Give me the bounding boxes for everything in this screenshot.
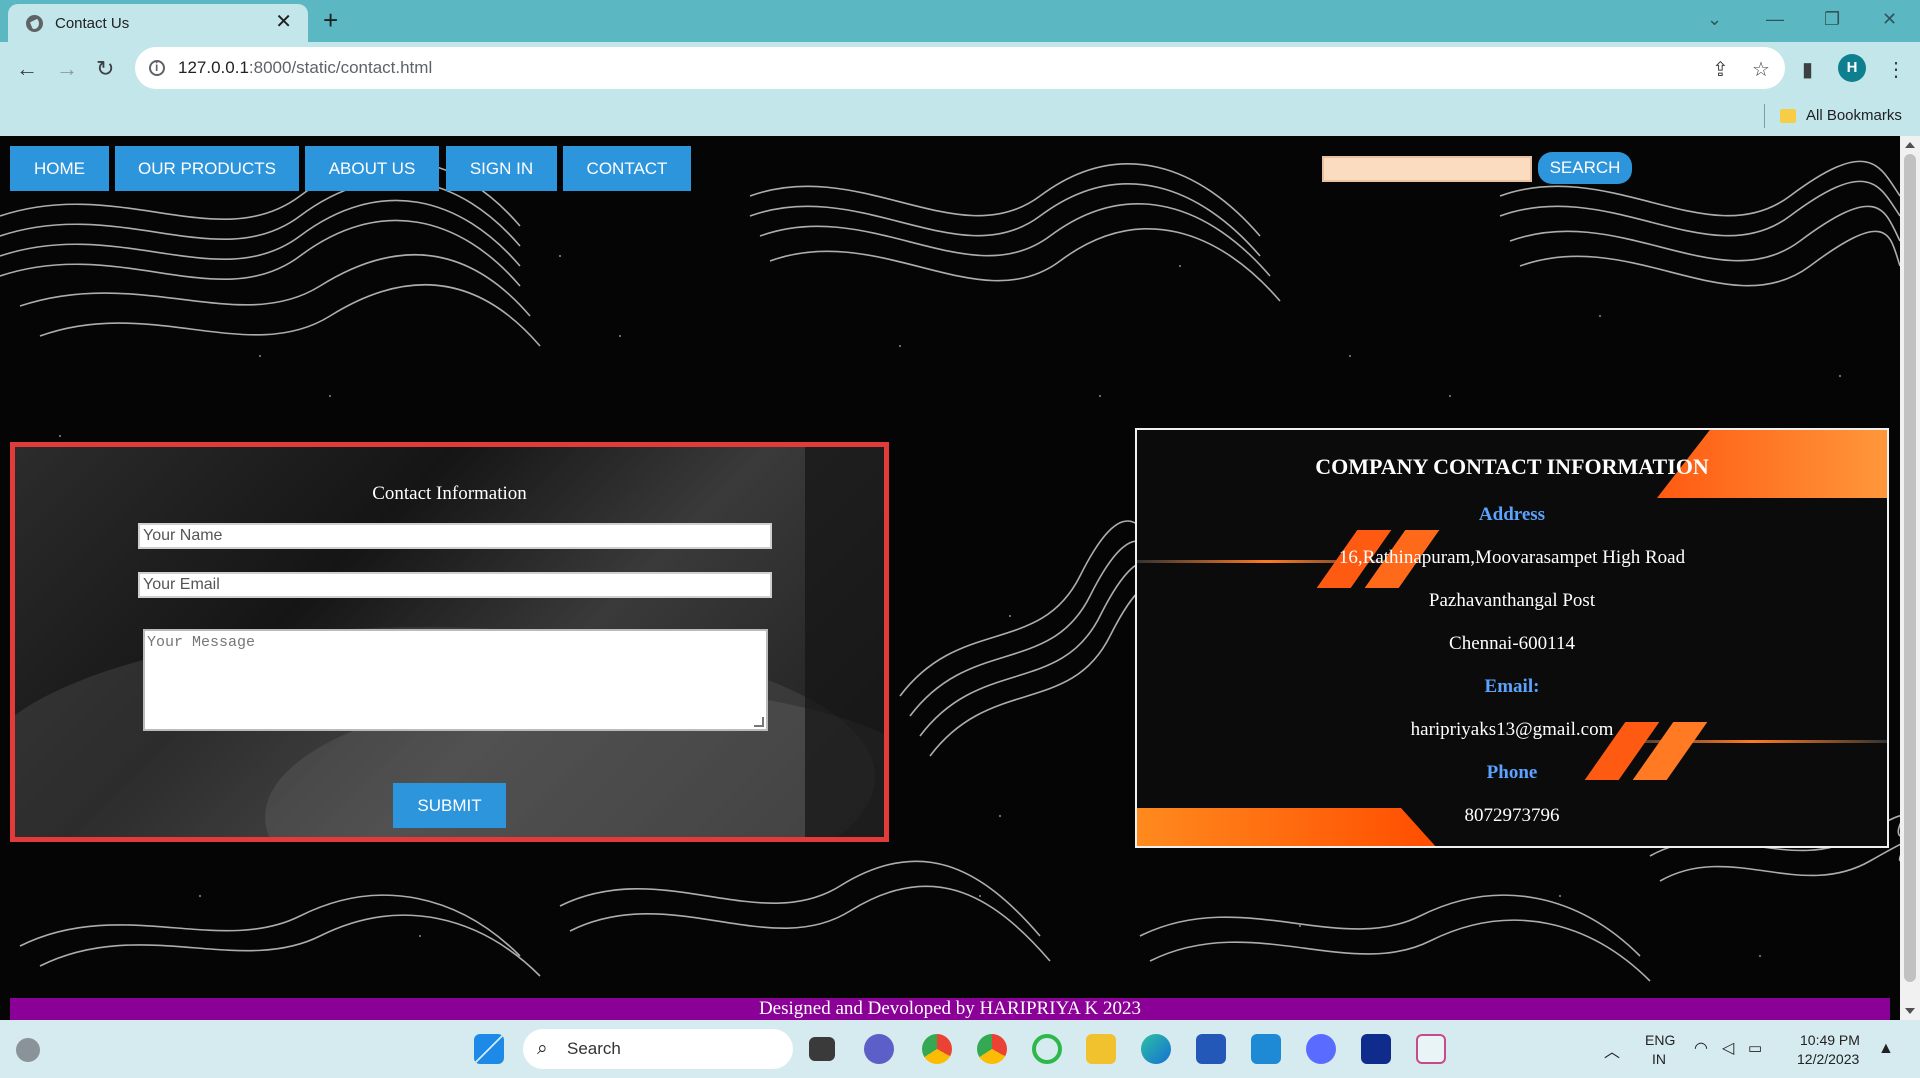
nav-our-products[interactable]: OUR PRODUCTS — [115, 146, 299, 191]
search-button[interactable]: SEARCH — [1538, 152, 1632, 184]
scroll-down-icon[interactable] — [1905, 1008, 1915, 1014]
taskbar-search-label: Search — [567, 1039, 621, 1058]
company-info-card: COMPANY CONTACT INFORMATION Address 16,R… — [1135, 428, 1889, 848]
wifi-icon[interactable]: ◠ — [1694, 1038, 1708, 1058]
globe-icon — [26, 15, 43, 32]
back-icon[interactable]: ← — [16, 56, 38, 82]
bookmarks-bar: All Bookmarks — [0, 98, 1920, 136]
file-explorer-icon[interactable] — [1086, 1034, 1116, 1064]
url-text: 127.0.0.1:8000/static/contact.html — [178, 58, 432, 78]
tab-title: Contact Us — [55, 15, 130, 32]
task-view-icon[interactable] — [809, 1037, 835, 1061]
windows-taskbar: ⌕ Search ︿ ENG IN ◠ ◁ ▭ 10:49 PM 12/2/20… — [0, 1020, 1920, 1078]
tab-contact-us[interactable]: Contact Us ✕ — [8, 4, 308, 42]
address-bar[interactable]: 127.0.0.1:8000/static/contact.html — [135, 47, 1785, 89]
url-host: 127.0.0.1 — [178, 58, 249, 77]
snipping-tool-icon[interactable] — [1416, 1034, 1446, 1064]
message-textarea[interactable]: Your Message — [143, 629, 768, 731]
page-footer: Designed and Devoloped by HARIPRIYA K 20… — [10, 998, 1890, 1020]
reload-icon[interactable]: ↻ — [96, 56, 114, 82]
chevron-up-icon[interactable]: ︿ — [1604, 1038, 1620, 1062]
app-l-icon[interactable] — [1361, 1034, 1391, 1064]
store-icon[interactable] — [1196, 1034, 1226, 1064]
share-icon[interactable]: ⇪ — [1712, 59, 1729, 81]
windows-start-icon[interactable] — [474, 1034, 504, 1064]
clock-date[interactable]: 12/2/2023 — [1797, 1051, 1859, 1067]
minimize-icon[interactable]: — — [1766, 4, 1784, 34]
volume-icon[interactable]: ◁ — [1722, 1038, 1734, 1058]
resize-handle-icon[interactable] — [754, 717, 764, 727]
company-phone: 8072973796 — [1464, 805, 1560, 826]
tab-search-chevron-icon[interactable]: ⌄ — [1707, 4, 1722, 34]
edge-icon[interactable] — [1141, 1034, 1171, 1064]
app-triangle-icon[interactable] — [1306, 1034, 1336, 1064]
chrome-profile-icon[interactable] — [977, 1034, 1007, 1064]
bookmarks-divider — [1764, 104, 1765, 128]
email-input[interactable]: Your Email — [138, 572, 772, 598]
company-email: haripriyaks13@gmail.com — [1410, 719, 1614, 740]
notification-bell-icon[interactable]: ▲ — [1878, 1040, 1894, 1058]
company-info-title: COMPANY CONTACT INFORMATION — [1315, 454, 1709, 479]
browser-toolbar: ← → ↻ 127.0.0.1:8000/static/contact.html… — [0, 42, 1920, 98]
url-path: :8000/static/contact.html — [248, 58, 433, 77]
nav-home[interactable]: HOME — [10, 146, 109, 191]
form-background-panel — [805, 447, 884, 837]
weather-widget-icon[interactable] — [16, 1038, 40, 1062]
email-heading: Email: — [1484, 676, 1540, 697]
address-line-1: 16,Rathinapuram,Moovarasampet High Road — [1338, 547, 1686, 568]
window-close-icon[interactable]: ✕ — [1882, 4, 1897, 34]
address-heading: Address — [1478, 504, 1546, 525]
menu-kebab-icon[interactable]: ⋮ — [1886, 59, 1906, 81]
nav-contact[interactable]: CONTACT — [563, 146, 691, 191]
side-panel-icon[interactable]: ▮ — [1802, 59, 1813, 81]
vscode-icon[interactable] — [1251, 1034, 1281, 1064]
battery-icon[interactable]: ▭ — [1748, 1039, 1762, 1057]
nav-sign-in[interactable]: SIGN IN — [446, 146, 557, 191]
browser-window: Contact Us ✕ + ⌄ — ❐ ✕ ← → ↻ 127.0.0.1:8… — [0, 0, 1920, 1078]
app-circle-icon[interactable] — [1032, 1034, 1062, 1064]
submit-button[interactable]: SUBMIT — [393, 783, 506, 828]
scroll-thumb[interactable] — [1904, 154, 1916, 982]
address-line-3: Chennai-600114 — [1449, 633, 1575, 654]
scroll-up-icon[interactable] — [1905, 142, 1915, 148]
language-line2[interactable]: IN — [1652, 1051, 1666, 1067]
search-input[interactable] — [1322, 156, 1532, 182]
bookmark-star-icon[interactable]: ☆ — [1752, 59, 1770, 81]
site-info-icon[interactable] — [149, 60, 165, 76]
chrome-icon[interactable] — [922, 1034, 952, 1064]
tab-strip: Contact Us ✕ + ⌄ — ❐ ✕ — [0, 0, 1920, 42]
all-bookmarks-link[interactable]: All Bookmarks — [1806, 107, 1902, 124]
page-viewport: HOME OUR PRODUCTS ABOUT US SIGN IN CONTA… — [0, 136, 1920, 1020]
taskbar-search[interactable]: ⌕ Search — [523, 1029, 793, 1069]
new-tab-icon[interactable]: + — [323, 6, 338, 34]
address-line-2: Pazhavanthangal Post — [1428, 590, 1596, 611]
maximize-icon[interactable]: ❐ — [1824, 4, 1840, 34]
close-tab-icon[interactable]: ✕ — [275, 12, 292, 32]
clock-time[interactable]: 10:49 PM — [1800, 1032, 1860, 1048]
profile-avatar[interactable]: H — [1838, 54, 1866, 82]
phone-heading: Phone — [1486, 762, 1538, 783]
language-line1[interactable]: ENG — [1645, 1032, 1675, 1048]
page-scrollbar[interactable] — [1900, 136, 1920, 1020]
message-placeholder: Your Message — [147, 634, 256, 651]
contact-form-card: Contact Information Your Name Your Email… — [10, 442, 889, 842]
teams-chat-icon[interactable] — [864, 1034, 894, 1064]
name-input[interactable]: Your Name — [138, 523, 772, 549]
folder-icon — [1780, 109, 1796, 123]
search-icon: ⌕ — [537, 1038, 548, 1059]
nav-about-us[interactable]: ABOUT US — [305, 146, 439, 191]
form-title: Contact Information — [372, 483, 527, 504]
forward-icon[interactable]: → — [56, 56, 78, 82]
